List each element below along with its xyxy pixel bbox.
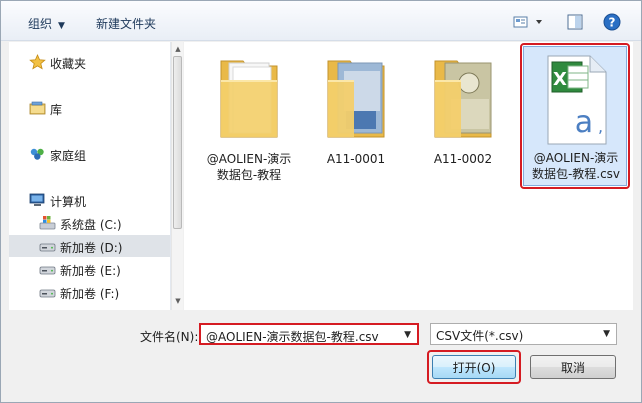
folder-icon <box>220 60 278 138</box>
nav-scrollbar[interactable]: ▲ ▼ <box>171 42 183 310</box>
svg-text:X: X <box>553 69 567 90</box>
drive-icon <box>39 243 56 252</box>
file-item[interactable]: @AOLIEN-演示 数据包-教程 <box>197 46 301 194</box>
toolbar: 组织 ▼ 新建文件夹 ? <box>1 1 641 41</box>
nav-item-drive-e[interactable]: 新加卷 (E:) <box>9 258 170 280</box>
file-name-line1: @AOLIEN-演示 <box>533 151 619 165</box>
filename-input[interactable]: @AOLIEN-演示数据包-教程.csv ▼ <box>199 323 419 345</box>
scroll-down-arrow-icon[interactable]: ▼ <box>174 297 182 305</box>
star-icon <box>29 54 46 70</box>
file-name: @AOLIEN-演示 数据包-教程.csv <box>524 150 628 182</box>
cancel-button[interactable]: 取消 <box>530 355 616 379</box>
preview-pane-icon <box>567 14 583 30</box>
open-button[interactable]: 打开(O) <box>432 355 516 379</box>
open-file-dialog: 组织 ▼ 新建文件夹 ? 收藏夹 库 家庭组 计算机 系统盘 (C:) 新加卷 … <box>0 0 642 403</box>
nav-label: 计算机 <box>50 195 87 209</box>
change-view-button[interactable] <box>512 11 548 33</box>
help-icon: ? <box>603 13 621 31</box>
folder-icon <box>434 60 492 138</box>
homegroup-icon <box>30 148 44 160</box>
nav-label: 库 <box>50 103 63 117</box>
nav-item-favorites[interactable]: 收藏夹 <box>9 51 170 73</box>
nav-item-libraries[interactable]: 库 <box>9 97 170 119</box>
organize-label: 组织 <box>28 17 53 31</box>
organize-menu[interactable]: 组织 ▼ <box>28 15 65 32</box>
svg-text:a: a <box>575 105 593 140</box>
nav-label: 家庭组 <box>50 149 87 163</box>
nav-item-homegroup[interactable]: 家庭组 <box>9 143 170 165</box>
nav-item-drive-d[interactable]: 新加卷 (D:) <box>9 235 170 257</box>
file-name: @AOLIEN-演示 数据包-教程 <box>197 151 301 183</box>
view-icon <box>513 16 542 28</box>
chevron-down-icon[interactable]: ▼ <box>404 330 411 340</box>
drive-icon <box>39 289 56 298</box>
filetype-select[interactable]: CSV文件(*.csv) ▼ <box>430 323 617 345</box>
svg-text:?: ? <box>609 16 616 30</box>
file-name: A11-0001 <box>304 151 408 167</box>
nav-item-drive-f[interactable]: 新加卷 (F:) <box>9 281 170 303</box>
filename-label: 文件名(N): <box>140 330 199 344</box>
file-name-line2: 数据包-教程 <box>216 168 282 182</box>
file-name-line2: 数据包-教程.csv <box>531 167 621 181</box>
nav-label: 新加卷 (F:) <box>60 287 120 301</box>
new-folder-button[interactable]: 新建文件夹 <box>96 15 156 32</box>
excel-csv-icon: X a , <box>547 55 607 145</box>
chevron-down-icon[interactable]: ▼ <box>603 329 610 339</box>
scroll-up-arrow-icon[interactable]: ▲ <box>174 45 182 53</box>
nav-scroll-thumb[interactable] <box>173 56 182 229</box>
nav-item-computer[interactable]: 计算机 <box>9 189 170 211</box>
nav-item-drive-c[interactable]: 系统盘 (C:) <box>9 212 170 234</box>
file-item[interactable]: A11-0001 <box>304 46 408 194</box>
file-item[interactable]: A11-0002 <box>411 46 515 194</box>
file-name-line1: A11-0002 <box>433 152 493 166</box>
preview-pane-button[interactable] <box>565 11 585 33</box>
folder-icon <box>327 60 385 138</box>
file-name-line1: A11-0001 <box>326 152 386 166</box>
computer-icon <box>29 193 45 206</box>
nav-label: 新加卷 (D:) <box>60 241 123 255</box>
file-list-pane: @AOLIEN-演示 数据包-教程 A11-0001 A11-0002 X a … <box>184 42 633 310</box>
file-name: A11-0002 <box>411 151 515 167</box>
filetype-value: CSV文件(*.csv) <box>436 329 524 343</box>
svg-text:,: , <box>598 117 603 136</box>
nav-label: 收藏夹 <box>50 57 87 71</box>
file-name-line1: @AOLIEN-演示 <box>206 152 292 166</box>
nav-label: 新加卷 (E:) <box>60 264 121 278</box>
filename-value: @AOLIEN-演示数据包-教程.csv <box>206 330 379 344</box>
help-button[interactable]: ? <box>601 11 623 33</box>
file-item-selected[interactable]: X a , @AOLIEN-演示 数据包-教程.csv <box>520 43 630 189</box>
drive-icon <box>39 266 56 275</box>
system-drive-icon <box>39 216 56 230</box>
nav-label: 系统盘 (C:) <box>60 218 122 232</box>
chevron-down-icon: ▼ <box>58 21 65 31</box>
library-icon <box>29 101 46 115</box>
navigation-pane: 收藏夹 库 家庭组 计算机 系统盘 (C:) 新加卷 (D:) 新加卷 (E:)… <box>9 42 171 310</box>
